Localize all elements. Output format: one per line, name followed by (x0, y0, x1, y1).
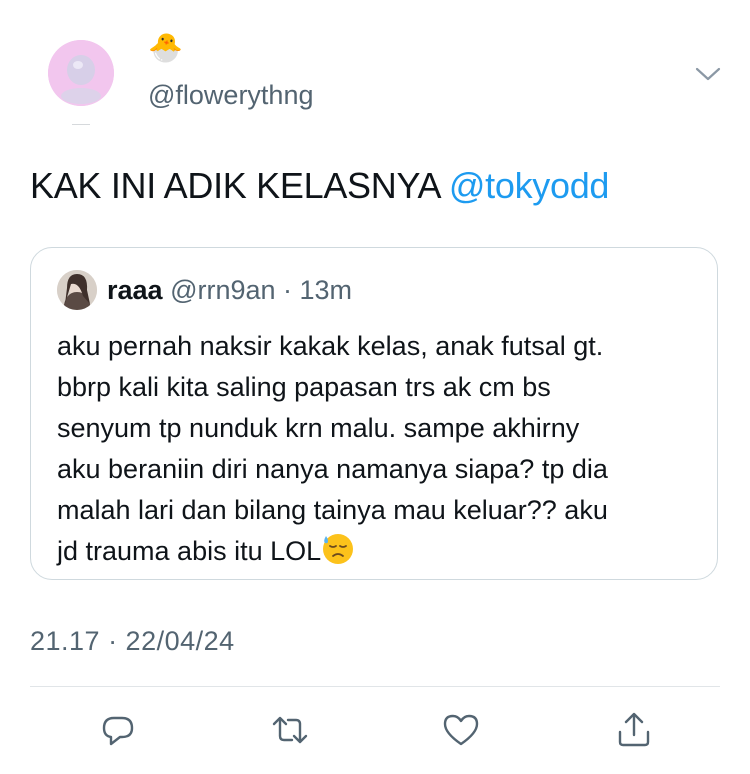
avatar-divider (72, 124, 90, 125)
chevron-down-icon[interactable] (692, 62, 724, 86)
quoted-tweet-card[interactable]: raaa @rrn9an · 13m aku pernah naksir kak… (30, 247, 718, 580)
quoted-line: malah lari dan bilang tainya mau keluar?… (57, 495, 608, 525)
quoted-last-line: jd trauma abis itu LOL (57, 531, 707, 572)
author-avatar[interactable] (48, 40, 114, 106)
share-button[interactable] (612, 708, 656, 752)
hatching-chick-emoji: 🐣 (148, 32, 183, 63)
actions-divider (30, 686, 720, 687)
tweet-text: KAK INI ADIK KELASNYA @tokyodd (30, 164, 609, 208)
downcast-face-with-sweat-emoji (323, 534, 354, 564)
default-avatar-icon (48, 40, 114, 106)
quoted-author-avatar[interactable] (57, 270, 97, 310)
quoted-line: aku beraniin diri nanya namanya siapa? t… (57, 454, 608, 484)
author-handle[interactable]: @flowerythng (148, 80, 313, 111)
quoted-display-name[interactable]: raaa (107, 275, 163, 305)
mention-link[interactable]: @tokyodd (449, 165, 610, 206)
like-icon (443, 714, 479, 746)
tweet-text-body: KAK INI ADIK KELASNYA (30, 165, 449, 206)
quoted-line: jd trauma abis itu LOL (57, 536, 322, 566)
like-button[interactable] (439, 708, 483, 752)
reply-button[interactable] (96, 708, 140, 752)
quoted-line: bbrp kali kita saling papasan trs ak cm … (57, 372, 551, 402)
retweet-button[interactable] (268, 708, 312, 752)
retweet-icon (272, 716, 308, 744)
quoted-header: raaa @rrn9an · 13m (107, 274, 352, 306)
tweet-timestamp[interactable]: 21.17 · 22/04/24 (30, 626, 235, 657)
quoted-tweet-text: aku pernah naksir kakak kelas, anak futs… (57, 326, 707, 572)
reply-icon (102, 716, 134, 746)
profile-photo-icon (57, 270, 97, 310)
share-icon (618, 712, 650, 747)
quoted-line: aku pernah naksir kakak kelas, anak futs… (57, 331, 604, 361)
quoted-line: senyum tp nunduk krn malu. sampe akhirny (57, 413, 580, 443)
quoted-handle-time: @rrn9an · 13m (162, 275, 353, 305)
